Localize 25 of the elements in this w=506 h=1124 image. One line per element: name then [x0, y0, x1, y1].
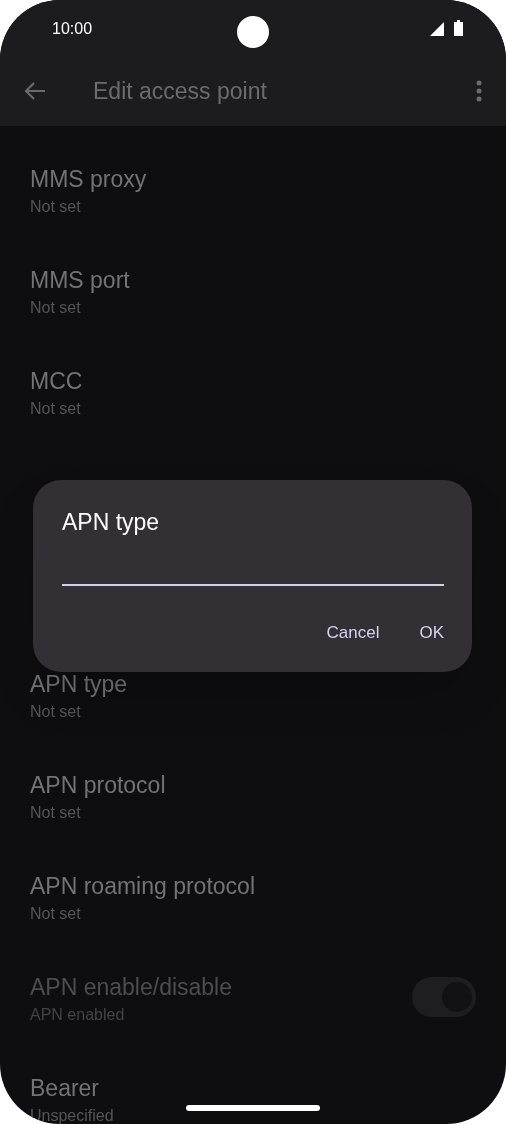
setting-summary: Not set: [30, 197, 82, 217]
setting-summary: Unspecified: [30, 1106, 114, 1124]
dialog-title: APN type: [62, 508, 160, 537]
dialog-button[interactable]: OK: [419, 620, 444, 646]
setting-title: APN roaming protocol: [30, 872, 255, 900]
setting-summary: Not set: [30, 803, 82, 823]
setting-title: MMS port: [30, 266, 130, 294]
dialog-button[interactable]: Cancel: [326, 620, 380, 646]
setting-title: APN type: [30, 670, 128, 698]
setting-title: MCC: [30, 367, 83, 395]
setting-title: APN enable/disable: [30, 973, 233, 1001]
battery-icon: [454, 20, 463, 36]
back-icon[interactable]: [24, 82, 46, 100]
setting-summary: Not set: [30, 298, 82, 318]
setting-title: MMS proxy: [30, 165, 147, 193]
signal-icon: [430, 22, 444, 36]
setting-summary: Not set: [30, 399, 82, 419]
more-icon[interactable]: [476, 80, 482, 102]
setting-title: Bearer: [30, 1074, 101, 1102]
camera-icon: [237, 16, 269, 48]
setting-title: APN protocol: [30, 771, 166, 799]
setting-summary: Not set: [30, 702, 82, 722]
screen-title: Edit access point: [93, 76, 267, 106]
status-time: 10:00: [52, 19, 93, 39]
setting-summary: Not set: [30, 904, 82, 924]
